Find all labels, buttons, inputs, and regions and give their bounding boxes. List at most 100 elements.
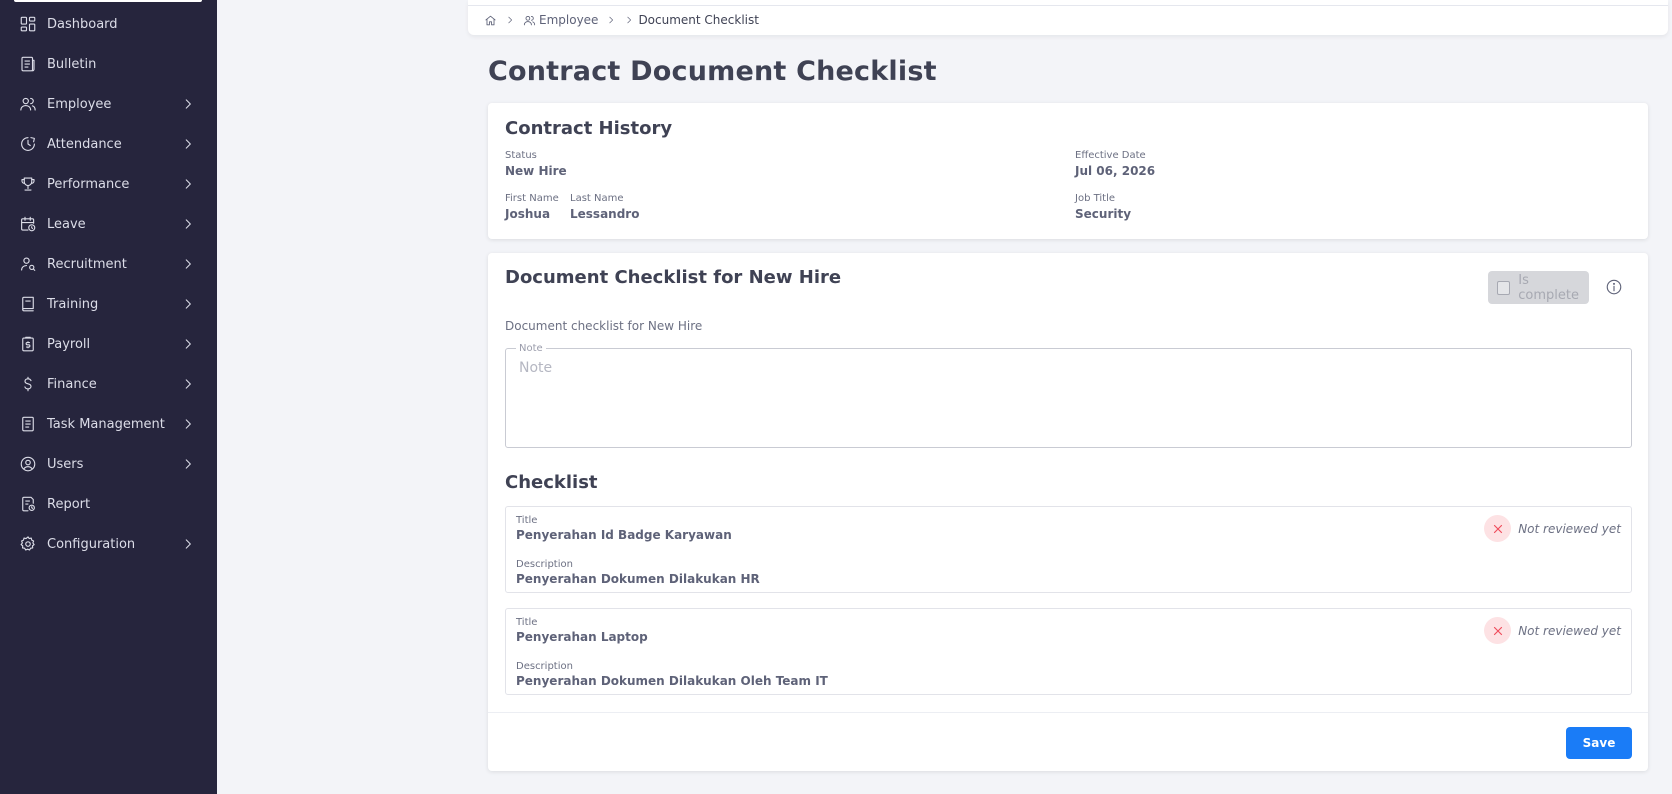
chevron-right-icon	[181, 537, 195, 551]
sidebar-item-training[interactable]: Training	[0, 284, 217, 324]
bulletin-icon	[19, 55, 37, 73]
chevron-right-icon	[505, 15, 515, 25]
first-name-value: Joshua	[505, 207, 551, 221]
effective-date-value: Jul 06, 2026	[1075, 164, 1156, 178]
clock-icon	[19, 135, 37, 153]
document-checklist-title: Document Checklist for New Hire	[505, 267, 842, 288]
sidebar-item-dashboard[interactable]: Dashboard	[0, 4, 217, 44]
checkbox-box[interactable]	[1497, 280, 1511, 295]
sidebar-item-label: Task Management	[47, 416, 165, 432]
users-icon	[19, 95, 37, 113]
chevron-right-icon	[181, 417, 195, 431]
chevron-right-icon	[181, 377, 195, 391]
contract-history-title: Contract History	[505, 118, 673, 139]
contract-history-card: Contract History Status New Hire Effecti…	[488, 103, 1648, 239]
sidebar-item-bulletin[interactable]: Bulletin	[0, 44, 217, 84]
page-title: Contract Document Checklist	[488, 56, 937, 87]
last-name-label: Last Name	[570, 193, 624, 204]
sidebar-item-label: Performance	[47, 176, 130, 192]
close-icon[interactable]	[1484, 515, 1512, 542]
save-button[interactable]: Save	[1566, 727, 1632, 759]
job-title-label: Job Title	[1075, 193, 1116, 204]
item-description-label: Description	[516, 661, 573, 672]
breadcrumb: Employee Document Checklist	[484, 13, 759, 27]
close-icon[interactable]	[1484, 617, 1512, 644]
sidebar-item-configuration[interactable]: Configuration	[0, 524, 217, 564]
sidebar-item-employee[interactable]: Employee	[0, 84, 217, 124]
item-description-label: Description	[516, 559, 573, 570]
sidebar-item-label: Dashboard	[47, 16, 118, 32]
calendar-clock-icon	[19, 215, 37, 233]
checklist-subtitle: Document checklist for New Hire	[505, 319, 703, 333]
sidebar-item-label: Leave	[47, 216, 86, 232]
chevron-right-icon	[181, 337, 195, 351]
last-name-value: Lessandro	[570, 207, 640, 221]
user-search-icon	[19, 255, 37, 273]
report-icon	[19, 495, 37, 513]
sidebar-item-label: Training	[47, 296, 99, 312]
chevron-right-icon	[181, 257, 195, 271]
sidebar-item-recruitment[interactable]: Recruitment	[0, 244, 217, 284]
item-description: Penyerahan Dokumen Dilakukan Oleh Team I…	[516, 674, 828, 688]
sidebar-item-label: Employee	[47, 96, 112, 112]
is-complete-label: Is complete	[1518, 272, 1579, 303]
review-status: Not reviewed yet	[1484, 617, 1621, 644]
dashboard-icon	[19, 15, 37, 33]
effective-date-label: Effective Date	[1075, 150, 1146, 161]
chevron-right-icon	[181, 177, 195, 191]
chevron-right-icon	[181, 297, 195, 311]
chevron-right-icon	[181, 137, 195, 151]
gear-icon	[19, 535, 37, 553]
is-complete-checkbox[interactable]: Is complete	[1488, 271, 1589, 304]
item-title: Penyerahan Id Badge Karyawan	[516, 528, 732, 542]
sidebar-item-label: Finance	[47, 376, 97, 392]
review-status-text: Not reviewed yet	[1518, 521, 1621, 536]
first-name-label: First Name	[505, 193, 559, 204]
checklist-item: Title Penyerahan Id Badge Karyawan Descr…	[505, 506, 1632, 593]
user-circle-icon	[19, 455, 37, 473]
sidebar-item-performance[interactable]: Performance	[0, 164, 217, 204]
sidebar-item-payroll[interactable]: Payroll	[0, 324, 217, 364]
sidebar-item-leave[interactable]: Leave	[0, 204, 217, 244]
sidebar-item-label: Configuration	[47, 536, 136, 552]
status-value: New Hire	[505, 164, 567, 178]
sidebar-item-finance[interactable]: Finance	[0, 364, 217, 404]
dollar-icon	[19, 375, 37, 393]
clipboard-dollar-icon	[19, 335, 37, 353]
sidebar-item-label: Bulletin	[47, 56, 97, 72]
breadcrumb-current: Document Checklist	[638, 13, 759, 27]
note-textarea[interactable]	[507, 350, 1630, 446]
chevron-right-icon	[624, 15, 634, 25]
checklist-heading: Checklist	[505, 472, 598, 493]
sidebar-item-label: Payroll	[47, 336, 91, 352]
sidebar-item-label: Attendance	[47, 136, 122, 152]
book-icon	[19, 295, 37, 313]
info-icon[interactable]	[1605, 278, 1623, 296]
item-title-label: Title	[516, 515, 538, 526]
sidebar: Dashboard Bulletin Employee Attendance P…	[0, 0, 217, 794]
sidebar-item-report[interactable]: Report	[0, 484, 217, 524]
sidebar-item-label: Users	[47, 456, 84, 472]
sidebar-item-task-management[interactable]: Task Management	[0, 404, 217, 444]
users-icon	[523, 14, 536, 27]
chevron-right-icon	[181, 457, 195, 471]
sidebar-item-attendance[interactable]: Attendance	[0, 124, 217, 164]
sidebar-item-users[interactable]: Users	[0, 444, 217, 484]
sidebar-item-label: Recruitment	[47, 256, 127, 272]
breadcrumb-employee-label: Employee	[539, 13, 599, 27]
home-icon[interactable]	[484, 14, 497, 27]
job-title-value: Security	[1075, 207, 1132, 221]
breadcrumb-bar: Employee Document Checklist	[468, 0, 1668, 35]
document-checklist-card: Document Checklist for New Hire Is compl…	[488, 253, 1648, 771]
review-status-text: Not reviewed yet	[1518, 623, 1621, 638]
note-field: Note	[505, 343, 1632, 448]
chevron-right-icon	[181, 217, 195, 231]
divider	[488, 712, 1648, 713]
item-description: Penyerahan Dokumen Dilakukan HR	[516, 572, 760, 586]
status-label: Status	[505, 150, 537, 161]
chevron-right-icon	[606, 15, 616, 25]
breadcrumb-employee-link[interactable]: Employee	[523, 13, 598, 27]
item-title: Penyerahan Laptop	[516, 630, 648, 644]
item-title-label: Title	[516, 617, 538, 628]
sidebar-active-indicator	[14, 0, 202, 2]
